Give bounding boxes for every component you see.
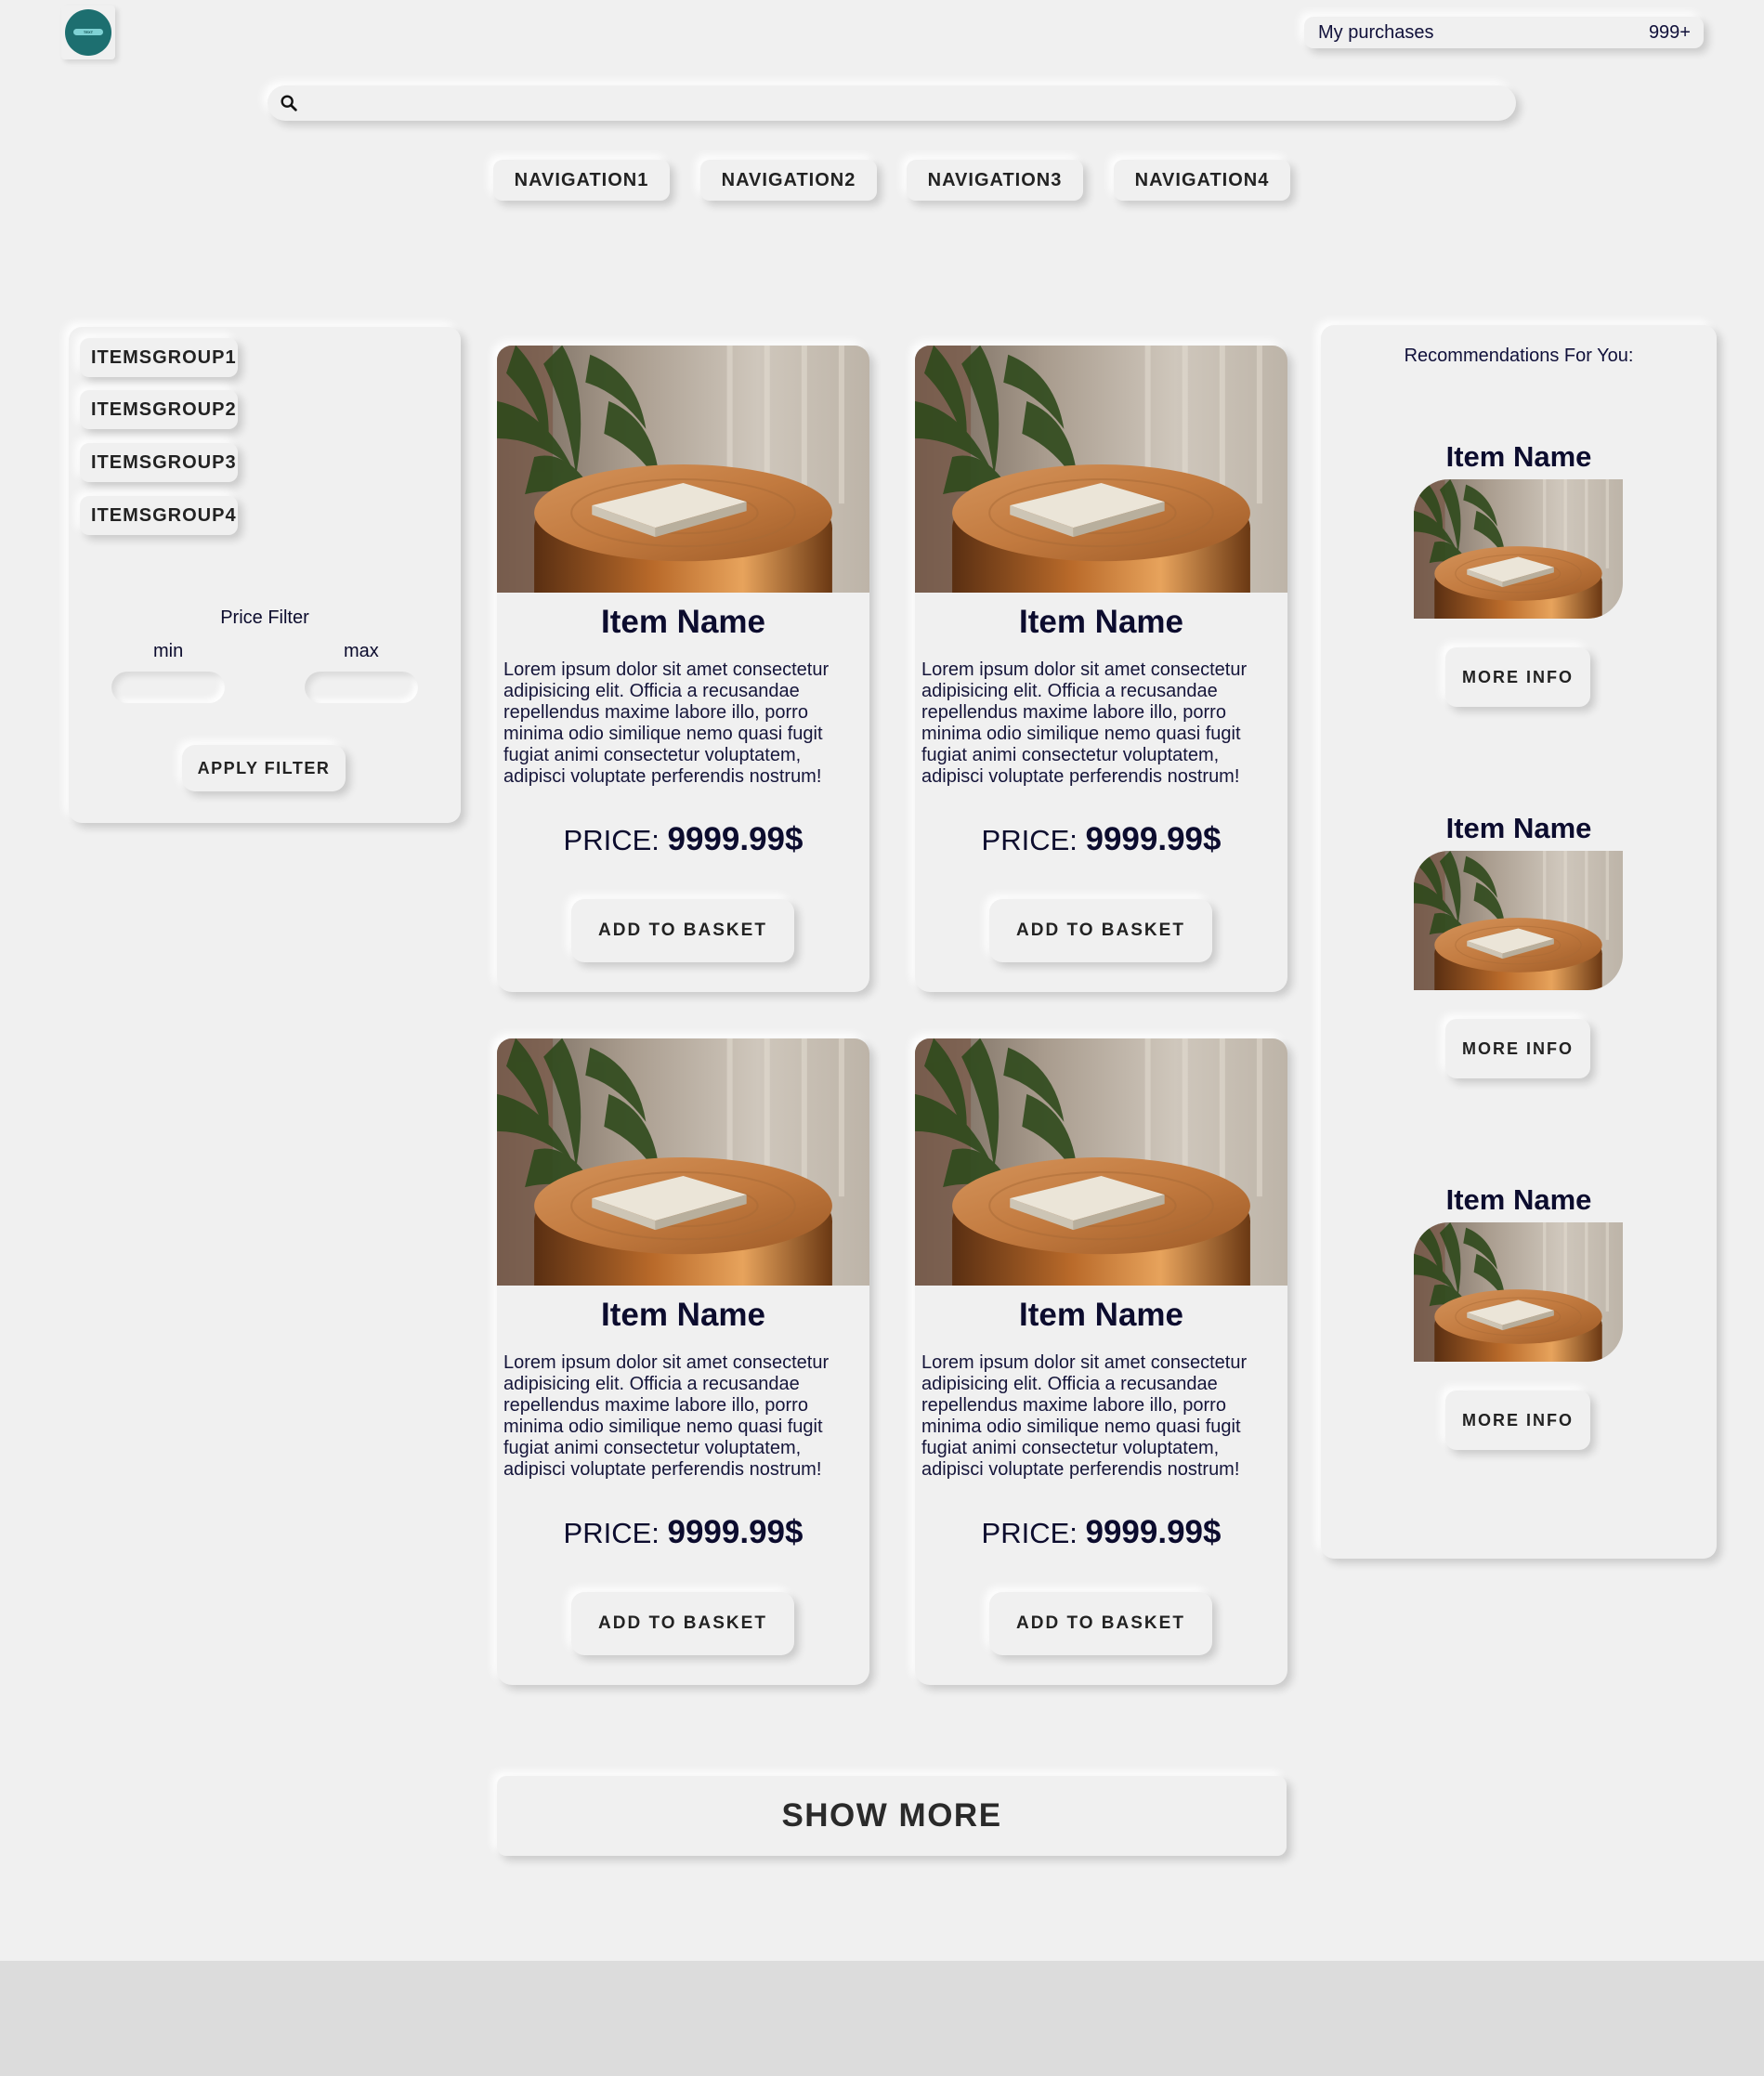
add-to-basket-button[interactable]: ADD TO BASKET <box>989 899 1212 962</box>
recommendation-name: Item Name <box>1445 440 1592 473</box>
nav-item-3[interactable]: NAVIGATION3 <box>907 160 1083 201</box>
nav-item-2[interactable]: NAVIGATION2 <box>700 160 877 201</box>
price-value: 9999.99$ <box>1085 1514 1222 1550</box>
filter-sidebar: ITEMSGROUP1 ITEMSGROUP2 ITEMSGROUP3 ITEM… <box>69 327 461 823</box>
product-name: Item Name <box>1018 604 1184 640</box>
my-purchases-button[interactable]: My purchases 999+ <box>1304 17 1704 48</box>
price-value: 9999.99$ <box>1085 821 1222 857</box>
recommendation-image[interactable] <box>1414 851 1623 990</box>
recommendation-name: Item Name <box>1445 812 1592 844</box>
product-name: Item Name <box>600 604 766 640</box>
add-to-basket-button[interactable]: ADD TO BASKET <box>989 1592 1212 1655</box>
price-value: 9999.99$ <box>667 821 804 857</box>
apply-filter-button[interactable]: APPLY FILTER <box>182 745 346 791</box>
product-description: Lorem ipsum dolor sit amet consectetur a… <box>503 1352 830 1480</box>
search-input[interactable] <box>307 85 1516 121</box>
product-description: Lorem ipsum dolor sit amet consectetur a… <box>921 1352 1248 1480</box>
product-description: Lorem ipsum dolor sit amet consectetur a… <box>503 659 830 787</box>
add-to-basket-button[interactable]: ADD TO BASKET <box>571 899 794 962</box>
search-icon[interactable] <box>279 93 299 113</box>
price-label: PRICE: <box>981 824 1086 856</box>
product-name: Item Name <box>600 1297 766 1333</box>
footer <box>0 1961 1764 2076</box>
product-image[interactable] <box>497 1038 869 1286</box>
product-image[interactable] <box>915 346 1287 593</box>
purchases-count: 999+ <box>1648 21 1691 43</box>
search-bar[interactable] <box>268 85 1516 121</box>
sidebar-item-group3[interactable]: ITEMSGROUP3 <box>80 443 238 482</box>
product-name: Item Name <box>1018 1297 1184 1333</box>
product-card: Item Name Lorem ipsum dolor sit amet con… <box>915 1038 1287 1685</box>
product-price: PRICE: 9999.99$ <box>497 821 869 858</box>
price-label: PRICE: <box>563 1517 668 1549</box>
recommendation-image[interactable] <box>1414 1222 1623 1362</box>
nav-item-1[interactable]: NAVIGATION1 <box>493 160 670 201</box>
product-image[interactable] <box>497 346 869 593</box>
nav-item-4[interactable]: NAVIGATION4 <box>1114 160 1290 201</box>
recommendations-title: Recommendations For You: <box>1404 346 1634 366</box>
product-image[interactable] <box>915 1038 1287 1286</box>
logo-text: TEXT <box>73 29 103 35</box>
min-price-input[interactable] <box>111 672 225 703</box>
recommendation-name: Item Name <box>1445 1183 1592 1216</box>
sidebar-item-group2[interactable]: ITEMSGROUP2 <box>80 390 238 429</box>
max-label: max <box>344 641 379 661</box>
product-card: Item Name Lorem ipsum dolor sit amet con… <box>497 346 869 992</box>
price-value: 9999.99$ <box>667 1514 804 1550</box>
purchases-label: My purchases <box>1318 21 1434 43</box>
price-label: PRICE: <box>981 1517 1086 1549</box>
price-label: PRICE: <box>563 824 668 856</box>
sidebar-item-group1[interactable]: ITEMSGROUP1 <box>80 338 238 377</box>
recommendations-panel: Recommendations For You: Item Name MORE … <box>1321 325 1717 1559</box>
more-info-button[interactable]: MORE INFO <box>1445 647 1590 707</box>
product-price: PRICE: 9999.99$ <box>915 821 1287 858</box>
min-label: min <box>153 641 184 661</box>
add-to-basket-button[interactable]: ADD TO BASKET <box>571 1592 794 1655</box>
show-more-button[interactable]: SHOW MORE <box>497 1776 1287 1856</box>
more-info-button[interactable]: MORE INFO <box>1445 1391 1590 1450</box>
recommendation-image[interactable] <box>1414 479 1623 619</box>
logo[interactable]: TEXT <box>61 6 115 59</box>
product-price: PRICE: 9999.99$ <box>915 1514 1287 1551</box>
product-price: PRICE: 9999.99$ <box>497 1514 869 1551</box>
max-price-input[interactable] <box>305 672 418 703</box>
sidebar-item-group4[interactable]: ITEMSGROUP4 <box>80 496 238 535</box>
product-card: Item Name Lorem ipsum dolor sit amet con… <box>497 1038 869 1685</box>
product-description: Lorem ipsum dolor sit amet consectetur a… <box>921 659 1248 787</box>
product-card: Item Name Lorem ipsum dolor sit amet con… <box>915 346 1287 992</box>
price-filter-title: Price Filter <box>220 607 309 628</box>
more-info-button[interactable]: MORE INFO <box>1445 1019 1590 1078</box>
logo-icon: TEXT <box>65 9 111 56</box>
